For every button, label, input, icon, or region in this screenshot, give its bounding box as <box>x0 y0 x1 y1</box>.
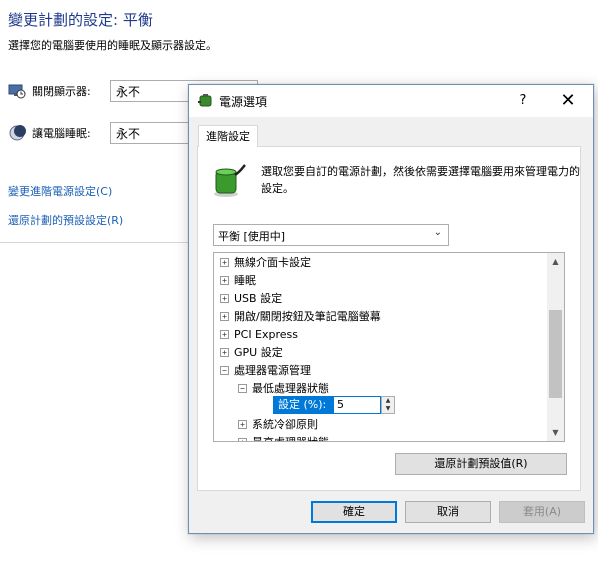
tree-item-label: GPU 設定 <box>234 346 283 359</box>
tree-item-label: 系統冷卻原則 <box>252 418 318 431</box>
tree-item[interactable]: + 睡眠 <box>220 271 256 289</box>
tree-item-label: PCI Express <box>234 327 299 341</box>
tree-item-label: 開啟/關閉按鈕及筆記電腦螢幕 <box>234 310 381 323</box>
page-subtitle: 選擇您的電腦要使用的睡眠及顯示器設定。 <box>8 39 217 52</box>
dialog-description: 選取您要自訂的電源計劃，然後依需要選擇電腦要用來管理電力的設定。 <box>261 165 580 195</box>
power-options-dialog: 電源選項 ? ✕ 進階設定 選取您要自訂的電源計劃，然後依需要選擇電腦要用來管理… <box>188 84 594 534</box>
collapse-icon[interactable]: − <box>238 383 247 393</box>
advanced-settings-link[interactable]: 變更進階電源設定(C) <box>8 183 112 199</box>
page-title: 變更計劃的設定: 平衡 <box>8 11 153 29</box>
tree-item-label: 最低處理器狀態 <box>252 382 329 395</box>
tree-item[interactable]: + 最高處理器狀態 <box>238 433 329 441</box>
power-plan-select[interactable]: 平衡 [使用中] ⌄ <box>213 224 449 246</box>
tree-scrollbar[interactable]: ▲ ▼ <box>547 253 564 441</box>
dialog-titlebar[interactable]: 電源選項 ? ✕ <box>189 85 593 117</box>
expand-icon[interactable]: + <box>220 329 229 339</box>
tree-item-label: 無線介面卡設定 <box>234 256 311 269</box>
tree-item[interactable]: + GPU 設定 <box>220 343 283 361</box>
setting-percent-input[interactable]: 5 <box>333 396 381 414</box>
power-plan-value: 平衡 [使用中] <box>218 230 286 243</box>
tree-item-label: 睡眠 <box>234 274 256 287</box>
collapse-icon[interactable]: − <box>220 365 229 375</box>
battery-cable-icon <box>211 163 247 199</box>
tab-advanced-settings[interactable]: 進階設定 <box>198 125 258 147</box>
tree-item[interactable]: + PCI Express <box>220 325 298 343</box>
expand-icon[interactable]: + <box>220 293 229 303</box>
spin-down-icon[interactable]: ▼ <box>382 405 394 413</box>
setting-percent-label: 設定 (%): <box>273 396 333 414</box>
sleep-row: 讓電腦睡眠: <box>8 122 104 144</box>
tree-item[interactable]: + 開啟/關閉按鈕及筆記電腦螢幕 <box>220 307 381 325</box>
cancel-button[interactable]: 取消 <box>405 501 491 523</box>
tree-item[interactable]: − 處理器電源管理 <box>220 361 311 379</box>
moon-icon <box>8 124 26 142</box>
expand-icon[interactable]: + <box>238 419 247 429</box>
expand-icon[interactable]: + <box>238 437 247 441</box>
restore-plan-defaults-button[interactable]: 還原計劃預設值(R) <box>395 453 567 475</box>
tree-item-label: USB 設定 <box>234 292 283 305</box>
tree-item[interactable]: + USB 設定 <box>220 289 282 307</box>
spin-up-icon[interactable]: ▲ <box>382 397 394 405</box>
display-off-label: 關閉顯示器: <box>32 85 91 98</box>
expand-icon[interactable]: + <box>220 275 229 285</box>
sleep-label: 讓電腦睡眠: <box>32 127 91 140</box>
expand-icon[interactable]: + <box>220 257 229 267</box>
tree-item-label: 處理器電源管理 <box>234 364 311 377</box>
scroll-down-icon[interactable]: ▼ <box>547 424 564 441</box>
percent-spinner[interactable]: ▲ ▼ <box>381 396 395 414</box>
divider <box>0 242 188 243</box>
tree-item[interactable]: − 最低處理器狀態 <box>238 379 329 397</box>
scroll-up-icon[interactable]: ▲ <box>547 253 564 270</box>
monitor-clock-icon <box>8 82 26 100</box>
expand-icon[interactable]: + <box>220 311 229 321</box>
close-icon[interactable]: ✕ <box>551 89 585 113</box>
battery-plug-icon <box>197 93 215 109</box>
restore-defaults-link[interactable]: 還原計劃的預設設定(R) <box>8 212 123 228</box>
apply-button[interactable]: 套用(A) <box>499 501 585 523</box>
ok-button[interactable]: 確定 <box>311 501 397 523</box>
display-off-row: 關閉顯示器: <box>8 80 104 102</box>
dialog-title: 電源選項 <box>219 95 268 109</box>
expand-icon[interactable]: + <box>220 347 229 357</box>
tree-item-label: 最高處理器狀態 <box>252 434 329 441</box>
chevron-down-icon: ⌄ <box>433 227 442 238</box>
tree-item[interactable]: + 系統冷卻原則 <box>238 415 318 433</box>
scroll-thumb[interactable] <box>549 310 562 398</box>
help-icon[interactable]: ? <box>511 91 535 111</box>
tree-item[interactable]: + 無線介面卡設定 <box>220 253 311 271</box>
